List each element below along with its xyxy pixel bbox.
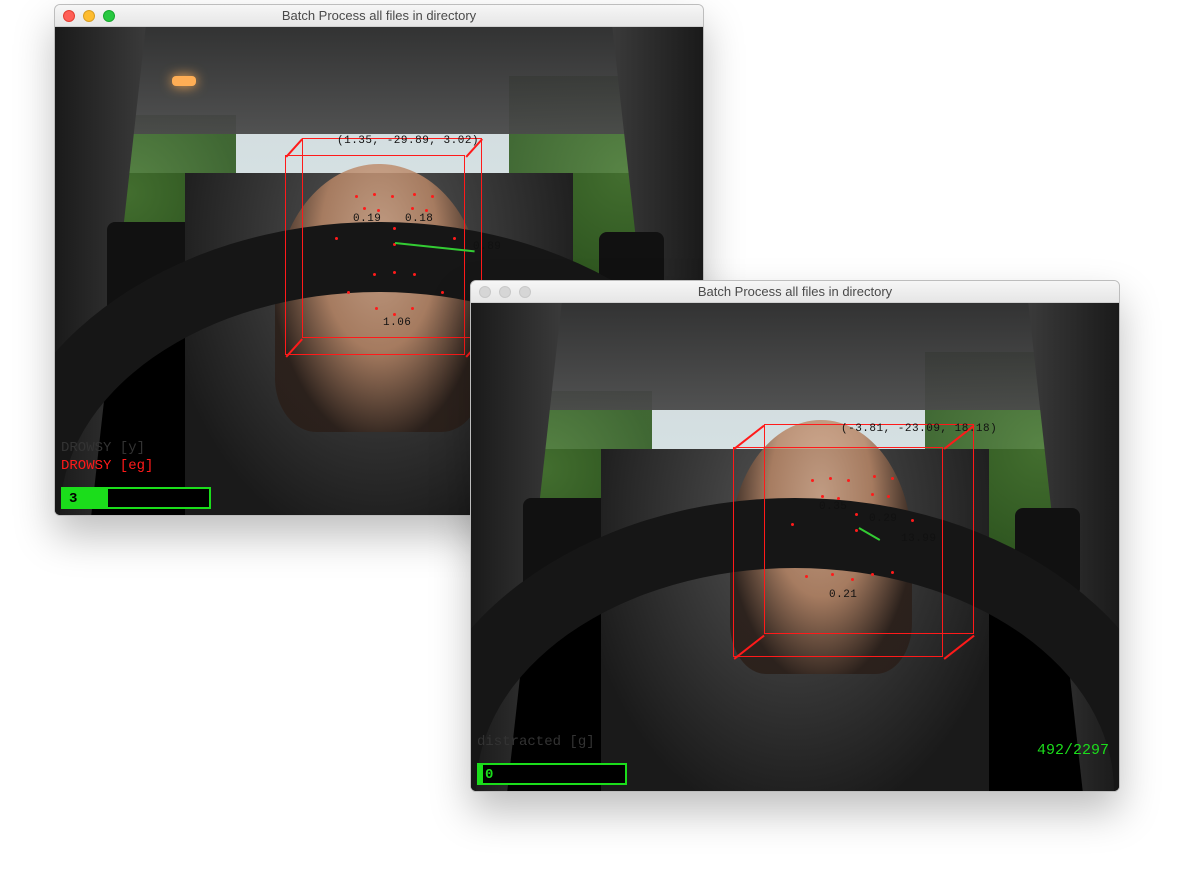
status-block: distracted [g] [477, 733, 595, 751]
status-line-2: DROWSY [eg] [61, 457, 153, 475]
close-icon[interactable] [479, 286, 491, 298]
progress-value: 3 [69, 491, 77, 507]
head-pose-cube [733, 447, 943, 657]
window-title: Batch Process all files in directory [55, 8, 703, 23]
progress-bar: 0 [477, 763, 627, 785]
app-window-2[interactable]: Batch Process all files in directory (-3… [470, 280, 1120, 792]
minimize-icon[interactable] [499, 286, 511, 298]
mouth-value: 1.06 [383, 317, 411, 329]
status-line-1: distracted [g] [477, 733, 595, 751]
traffic-lights [471, 286, 531, 298]
maximize-icon[interactable] [519, 286, 531, 298]
head-pose-cube [285, 155, 465, 355]
titlebar[interactable]: Batch Process all files in directory [55, 5, 703, 27]
gaze-value: 13.99 [901, 533, 937, 545]
left-eye-value: 0.19 [353, 213, 381, 225]
titlebar[interactable]: Batch Process all files in directory [471, 281, 1119, 303]
progress-fill [479, 765, 483, 783]
left-eye-value: 0.35 [819, 501, 847, 513]
maximize-icon[interactable] [103, 10, 115, 22]
window-title: Batch Process all files in directory [471, 284, 1119, 299]
right-eye-value: 0.18 [405, 213, 433, 225]
close-icon[interactable] [63, 10, 75, 22]
gaze-value: 0.89 [473, 241, 501, 253]
video-viewport: (-3.81, -23.09, 18.18) 0.35 0.29 13.99 [471, 303, 1119, 791]
right-eye-value: 0.29 [869, 513, 897, 525]
frame-counter: 492/2297 [1037, 742, 1109, 759]
traffic-lights [55, 10, 115, 22]
pose-vector-label: (-3.81, -23.09, 18.18) [841, 423, 997, 435]
status-line-1: DROWSY [y] [61, 439, 153, 457]
pose-vector-label: (1.35, -29.89, 3.02) [337, 135, 479, 147]
status-block: DROWSY [y] DROWSY [eg] [61, 439, 153, 475]
mouth-value: 0.21 [829, 589, 857, 601]
progress-value: 0 [485, 767, 493, 783]
progress-bar: 3 [61, 487, 211, 509]
minimize-icon[interactable] [83, 10, 95, 22]
